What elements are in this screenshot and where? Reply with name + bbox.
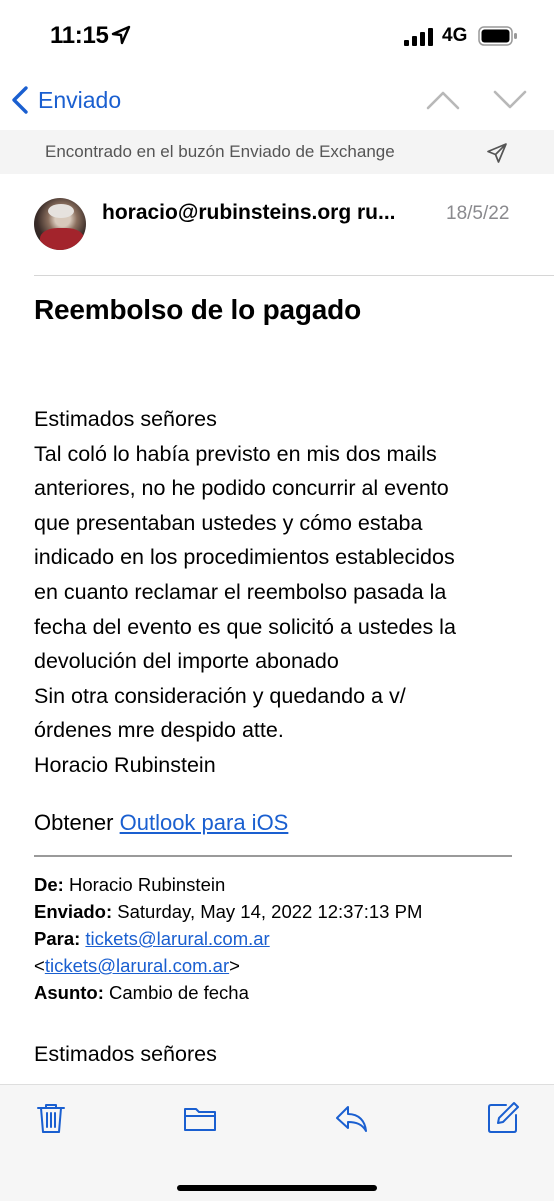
mailbox-banner-text: Encontrado en el buzón Enviado de Exchan… [45, 142, 395, 161]
body-line: en cuanto reclamar el reembolso pasada l… [34, 579, 447, 604]
from-value: Horacio Rubinstein [68, 874, 226, 895]
header-divider [34, 275, 554, 276]
quoted-to: Para: tickets@larural.com.ar [34, 925, 422, 952]
quoted-header: De: Horacio Rubinstein Enviado: Saturday… [34, 871, 422, 1006]
body-line: Sin otra consideración y quedando a v/ [34, 683, 406, 708]
bottom-toolbar [0, 1084, 554, 1201]
avatar[interactable] [34, 198, 86, 250]
body-line: Tal coló lo había previsto en mis dos ma… [34, 441, 437, 466]
body-line: Estimados señores [34, 407, 217, 431]
body-line: indicado en los procedimientos estableci… [34, 545, 455, 570]
mailbox-banner: Encontrado en el buzón Enviado de Exchan… [0, 130, 554, 174]
quoted-greeting: Estimados señores [34, 1042, 217, 1066]
body-line: Horacio Rubinstein [34, 752, 216, 777]
message-date: 18/5/22 [446, 203, 510, 224]
from-label: De: [34, 874, 64, 895]
message-subject: Reembolso de lo pagado [34, 294, 361, 325]
trash-icon[interactable] [34, 1101, 68, 1135]
quoted-from: De: Horacio Rubinstein [34, 871, 422, 898]
chevron-left-icon [12, 86, 28, 114]
quote-divider [34, 855, 512, 857]
body-line: devolución del importe abonado [34, 649, 339, 674]
send-icon[interactable] [486, 142, 508, 164]
folder-icon[interactable] [183, 1101, 217, 1135]
to-email-link[interactable]: tickets@larural.com.ar [85, 928, 269, 949]
back-label: Enviado [38, 86, 122, 113]
quoted-subject: Asunto: Cambio de fecha [34, 979, 422, 1006]
status-bar: 11:15 4G [0, 0, 554, 72]
back-button[interactable]: Enviado [10, 84, 121, 116]
sent-value: Saturday, May 14, 2022 12:37:13 PM [117, 901, 423, 922]
network-type: 4G [442, 25, 468, 46]
signal-icon [404, 28, 433, 46]
chevron-up-icon[interactable] [425, 86, 461, 114]
to-open-bracket: < [34, 955, 45, 976]
sender-address[interactable]: horacio@rubinsteins.org ru... [102, 201, 396, 225]
status-time: 11:15 [50, 22, 109, 49]
chevron-down-icon[interactable] [492, 86, 528, 114]
to-label: Para: [34, 928, 81, 949]
home-indicator[interactable] [177, 1185, 377, 1191]
compose-icon[interactable] [486, 1101, 520, 1135]
body-line: órdenes mre despido atte. [34, 718, 284, 743]
battery-icon [478, 26, 517, 46]
subject-label: Asunto: [34, 982, 104, 1003]
outlook-signature: Obtener Outlook para iOS [34, 810, 288, 836]
to-email-link-2[interactable]: tickets@larural.com.ar [45, 955, 229, 976]
body-line: anteriores, no he podido concurrir al ev… [34, 476, 449, 501]
location-arrow-icon [111, 25, 131, 45]
quoted-sent: Enviado: Saturday, May 14, 2022 12:37:13… [34, 898, 422, 925]
to-close-bracket: > [229, 955, 240, 976]
quoted-to-bracketed: <tickets@larural.com.ar> [34, 952, 422, 979]
body-line: fecha del evento es que solicitó a usted… [34, 614, 456, 639]
subject-value: Cambio de fecha [109, 982, 249, 1003]
outlook-link[interactable]: Outlook para iOS [120, 810, 289, 835]
sent-label: Enviado: [34, 901, 113, 922]
nav-bar: Enviado [0, 72, 554, 128]
message-body: Estimados señores Tal coló lo había prev… [34, 402, 534, 783]
outlook-prefix: Obtener [34, 810, 120, 835]
reply-icon[interactable] [334, 1101, 368, 1135]
body-line: que presentaban ustedes y cómo estaba [34, 510, 423, 535]
